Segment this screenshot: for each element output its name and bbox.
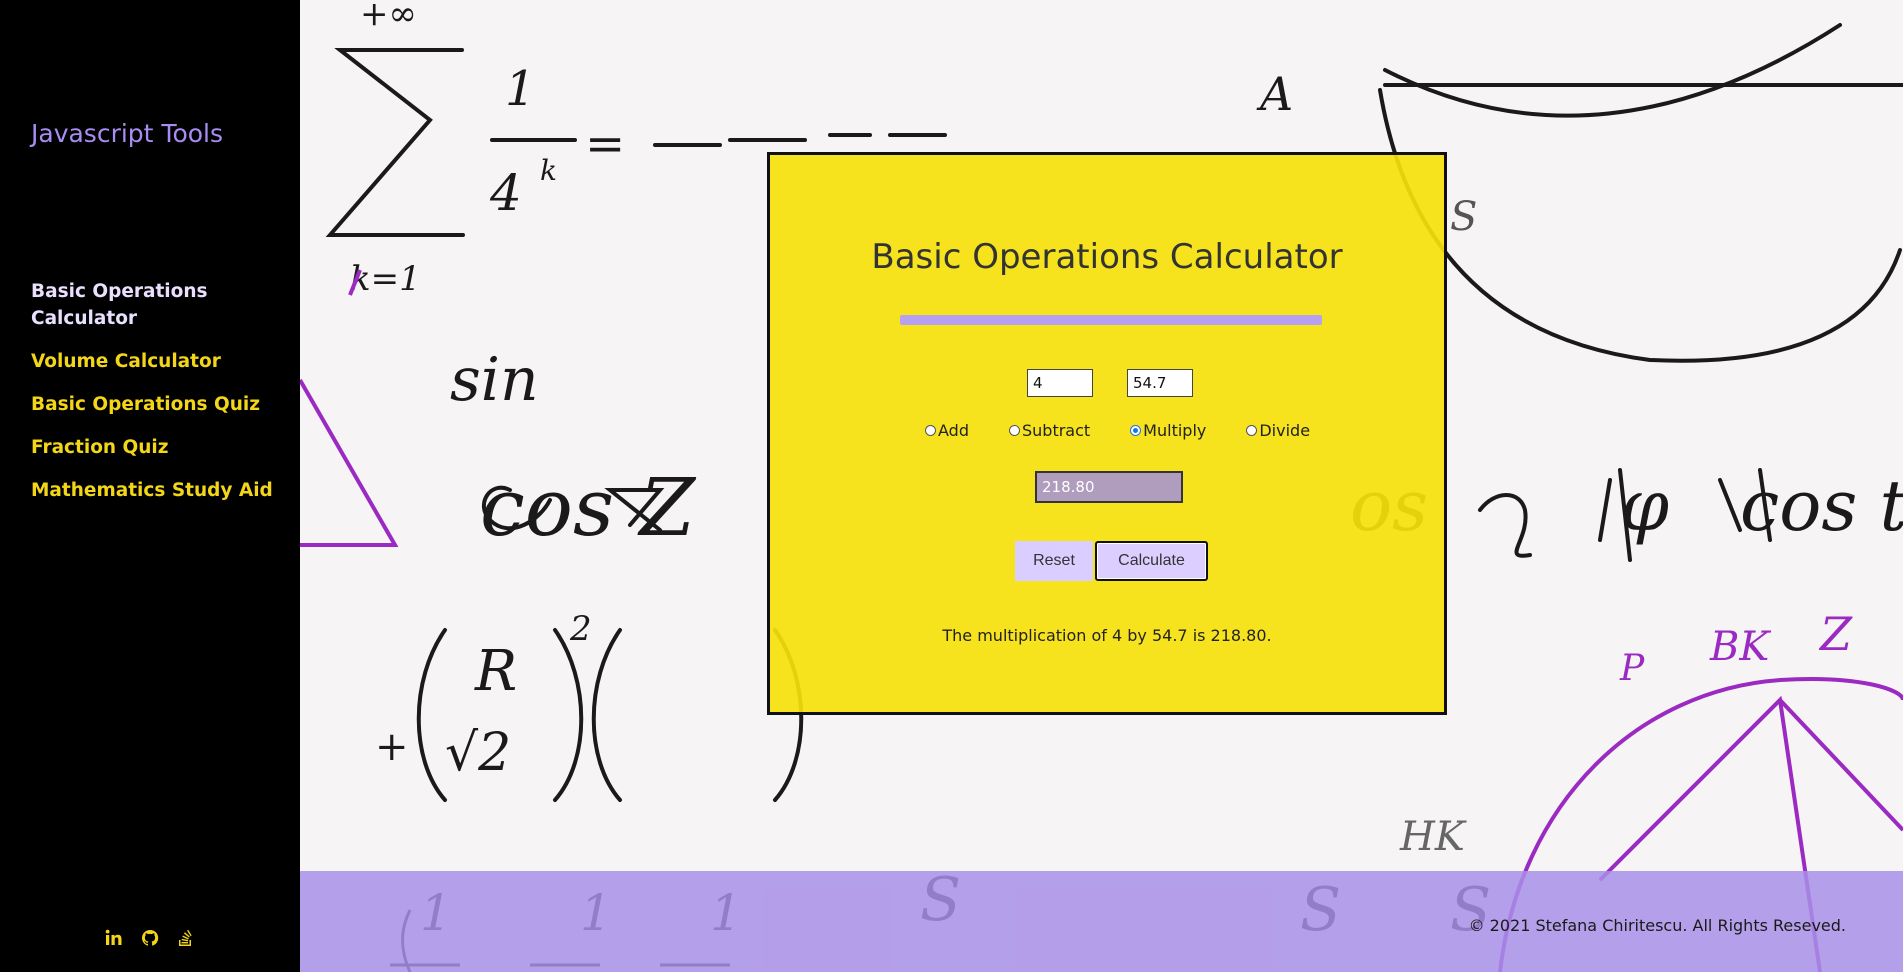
sidebar: Javascript Tools Basic Operations Calcul… [0, 0, 300, 972]
svg-text:P: P [1619, 648, 1645, 689]
calculate-button[interactable]: Calculate [1095, 541, 1208, 581]
svg-text:BK: BK [1709, 624, 1771, 670]
radio-subtract-dot[interactable] [1008, 425, 1020, 436]
second-number-input[interactable] [1127, 369, 1193, 397]
radio-divide-dot[interactable] [1246, 425, 1258, 436]
sidebar-nav: Basic Operations Calculator Volume Calcu… [31, 278, 281, 520]
reset-button[interactable]: Reset [1015, 541, 1093, 581]
svg-text:R: R [474, 639, 517, 704]
svg-text:HK: HK [1399, 814, 1467, 860]
calculator-title: Basic Operations Calculator [871, 237, 1343, 277]
svg-text:k=1: k=1 [350, 259, 421, 299]
radio-subtract[interactable]: Subtract [1008, 421, 1091, 440]
radio-add-dot[interactable] [925, 425, 936, 436]
svg-text:Z: Z [1818, 607, 1853, 661]
svg-text:√2: √2 [445, 723, 511, 783]
stackoverflow-icon[interactable] [176, 928, 196, 948]
nav-basic-operations-quiz[interactable]: Basic Operations Quiz [31, 391, 281, 418]
title-divider [900, 315, 1322, 325]
svg-text:+∞: +∞ [360, 0, 417, 34]
svg-text:k: k [540, 154, 557, 187]
radio-add[interactable]: Add [925, 421, 969, 440]
nav-volume-calculator[interactable]: Volume Calculator [31, 348, 281, 375]
radio-subtract-label: Subtract [1021, 421, 1091, 440]
svg-text:sin: sin [450, 345, 539, 415]
radio-add-label: Add [938, 421, 969, 440]
github-icon[interactable] [140, 928, 160, 948]
result-message: The multiplication of 4 by 54.7 is 218.8… [942, 626, 1272, 645]
radio-multiply-dot[interactable] [1130, 425, 1142, 436]
svg-text:S: S [1450, 194, 1477, 240]
nav-mathematics-study-aid[interactable]: Mathematics Study Aid [31, 477, 281, 504]
first-number-input[interactable] [1027, 369, 1093, 397]
radio-divide[interactable]: Divide [1246, 421, 1310, 440]
footer: © 2021 Stefana Chiritescu. All Rights Re… [300, 871, 1903, 972]
brand-title[interactable]: Javascript Tools [31, 116, 231, 152]
result-output: 218.80 [1035, 471, 1183, 503]
radio-multiply[interactable]: Multiply [1130, 421, 1206, 440]
nav-basic-operations-calculator[interactable]: Basic Operations Calculator [31, 278, 281, 332]
linkedin-icon[interactable] [104, 928, 124, 948]
svg-text:φ: φ [1620, 465, 1669, 547]
calculator-card: Basic Operations Calculator Add Subtract… [767, 152, 1447, 715]
social-links [104, 928, 196, 948]
svg-text:cos t: cos t [1740, 465, 1903, 547]
svg-text:A: A [1256, 67, 1293, 121]
radio-multiply-label: Multiply [1143, 421, 1207, 440]
svg-text:1: 1 [505, 61, 536, 117]
operation-radio-group: Add Subtract Multiply Divide [925, 421, 1310, 440]
nav-fraction-quiz[interactable]: Fraction Quiz [31, 434, 281, 461]
svg-text:2: 2 [569, 609, 592, 649]
svg-text:=: = [585, 116, 625, 172]
svg-text:cos Z: cos Z [480, 461, 696, 554]
svg-text:+: + [375, 724, 409, 770]
radio-divide-label: Divide [1259, 421, 1311, 440]
svg-text:4: 4 [489, 164, 522, 222]
copyright-text: © 2021 Stefana Chiritescu. All Rights Re… [1468, 916, 1846, 935]
